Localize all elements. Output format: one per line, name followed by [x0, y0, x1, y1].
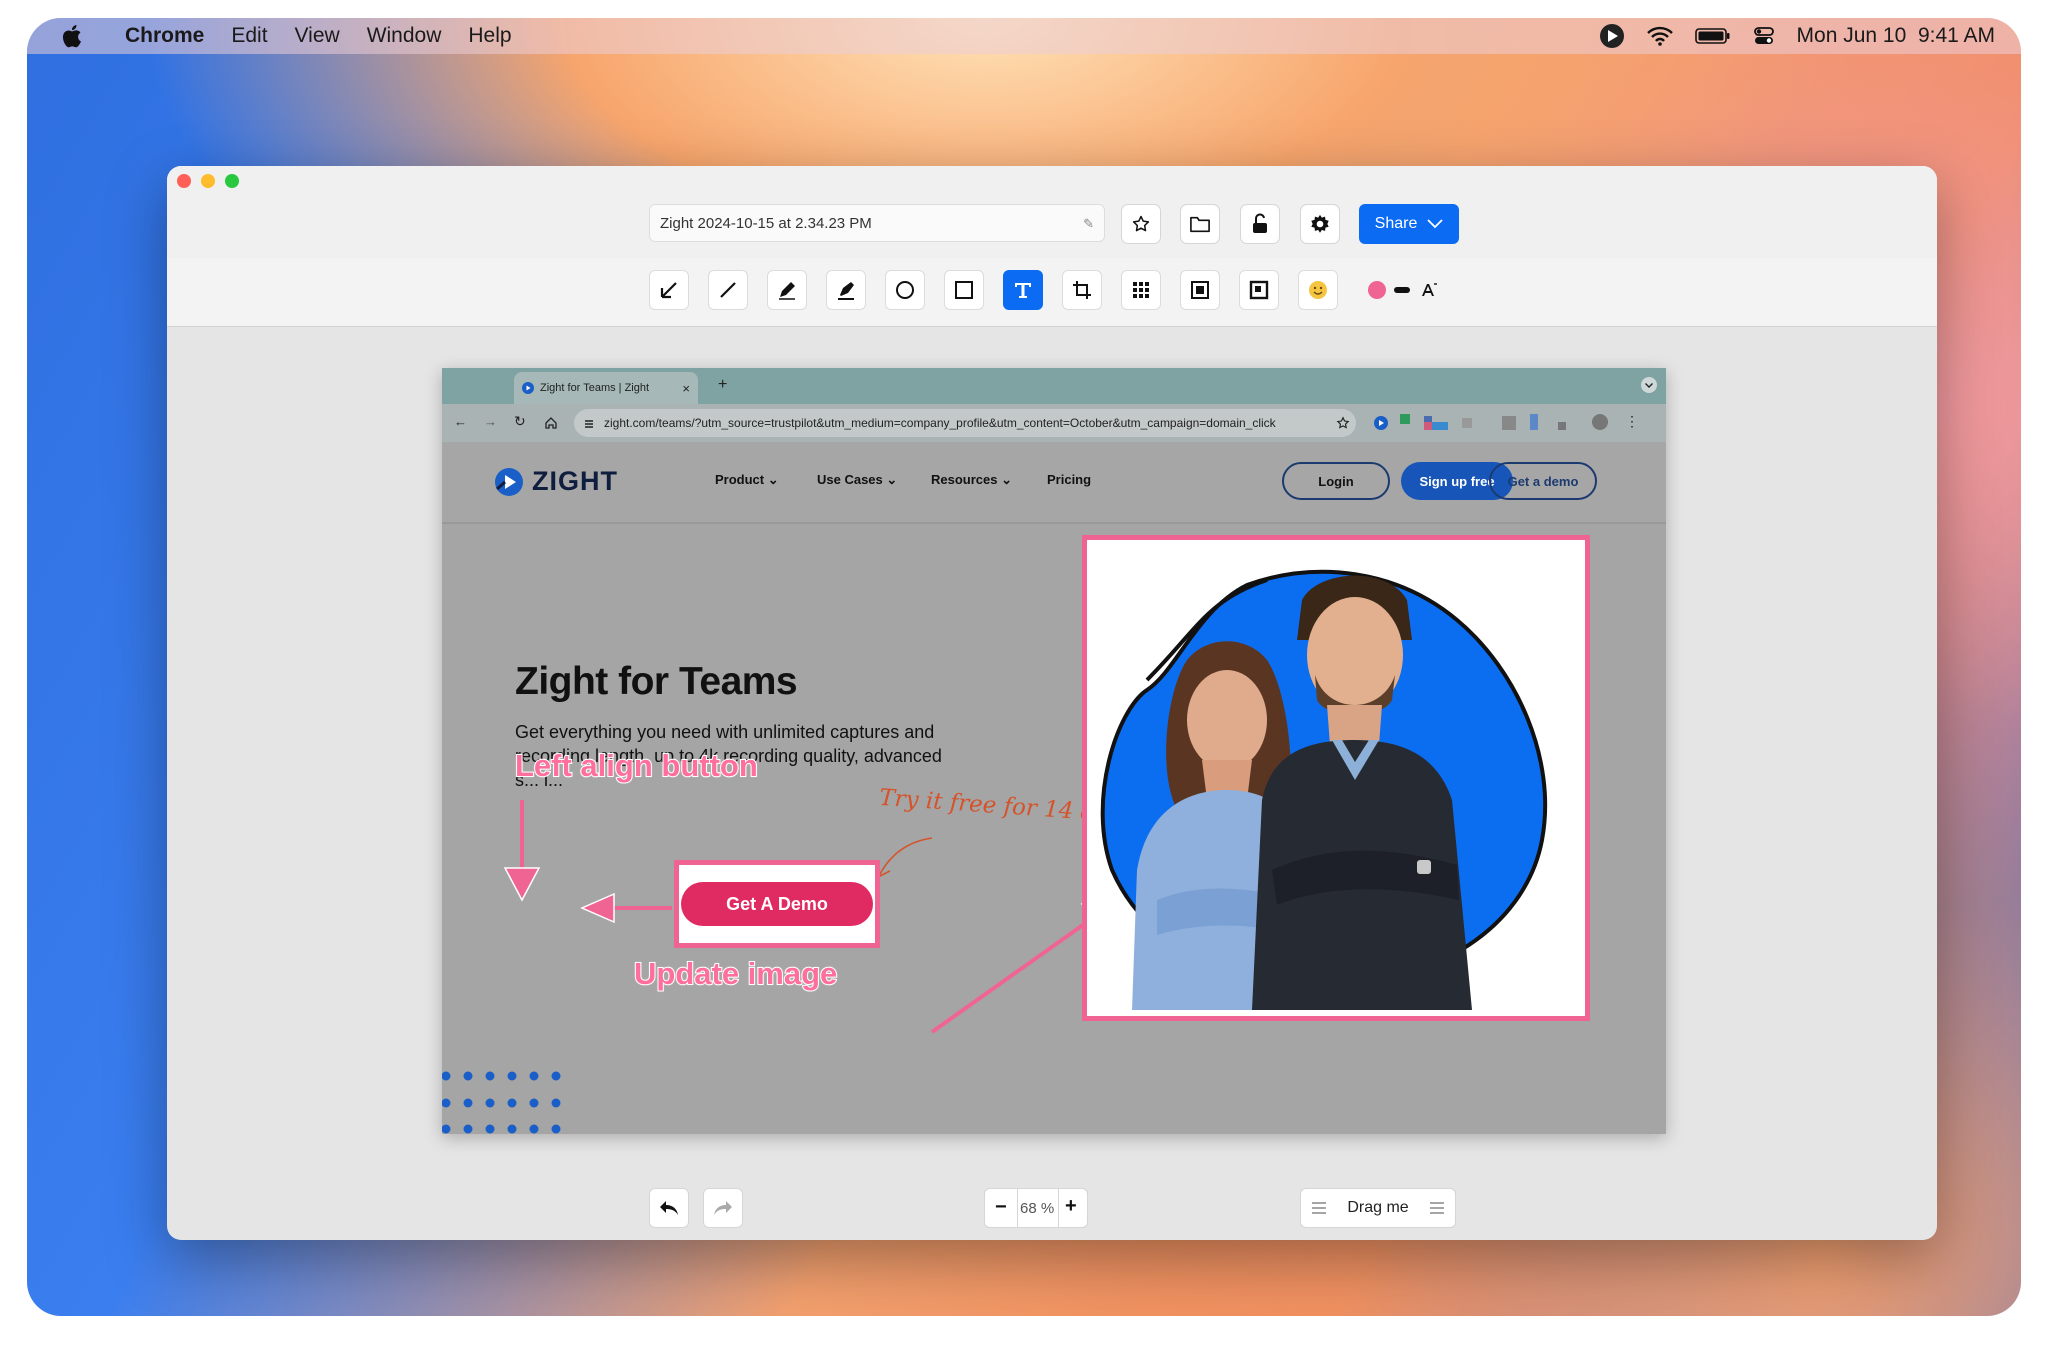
highlight-box-image[interactable]	[1082, 535, 1590, 1021]
get-a-demo-button[interactable]: Get A Demo	[681, 882, 873, 926]
minimize-window-icon[interactable]	[201, 174, 215, 188]
annotation-toolbar	[167, 258, 1937, 327]
grip-right-icon	[1429, 1202, 1444, 1214]
share-button[interactable]: Share	[1359, 204, 1459, 244]
drag-label: Drag me	[1347, 1199, 1409, 1216]
stroke-width-icon[interactable]	[1394, 284, 1410, 296]
control-center-icon[interactable]	[1753, 25, 1775, 47]
star-icon	[1132, 215, 1150, 232]
highlighter-tool-button[interactable]	[826, 270, 866, 310]
unlock-icon	[1253, 213, 1267, 233]
privacy-button[interactable]	[1240, 204, 1280, 244]
menu-window[interactable]: Window	[367, 24, 442, 48]
rectangle-tool-button[interactable]	[944, 270, 984, 310]
zoom-control: − 68 % +	[984, 1188, 1088, 1228]
zoom-out-button[interactable]: −	[995, 1196, 1007, 1219]
pen-tool-button[interactable]	[767, 270, 807, 310]
folder-icon	[1190, 216, 1210, 233]
share-label: Share	[1374, 215, 1418, 232]
text-tool-button[interactable]	[1003, 270, 1043, 310]
redo-icon	[714, 1201, 732, 1215]
menubar-clock[interactable]: Mon Jun 10 9:41 AM	[1797, 24, 1995, 48]
line-tool-button[interactable]	[708, 270, 748, 310]
emoji-tool-button[interactable]	[1298, 270, 1338, 310]
redo-button[interactable]	[703, 1188, 743, 1228]
hero-team-photo	[1100, 569, 1548, 1010]
pen-icon	[779, 282, 795, 300]
pixelate-icon	[1133, 282, 1149, 298]
highlighter-icon	[838, 282, 854, 300]
arrow-icon	[660, 282, 677, 299]
ellipse-tool-button[interactable]	[885, 270, 925, 310]
rename-pencil-icon[interactable]: ✎	[1083, 205, 1094, 243]
zoom-level[interactable]: 68 %	[1020, 1200, 1054, 1217]
apple-icon[interactable]	[61, 24, 83, 48]
editor-bottom-bar: − 68 % + Drag me	[167, 1174, 1937, 1240]
filename-field[interactable]: Zight 2024-10-15 at 2.34.23 PM ✎	[649, 204, 1105, 242]
emoji-icon	[1309, 281, 1327, 299]
text-icon	[1015, 283, 1031, 298]
frame-tool-button[interactable]	[1239, 270, 1279, 310]
blur-tool-button[interactable]	[1121, 270, 1161, 310]
zight-editor-window: Zight 2024-10-15 at 2.34.23 PM ✎ Share Z…	[167, 166, 1937, 1240]
zight-menubar-icon[interactable]	[1599, 23, 1625, 49]
gear-icon	[1311, 214, 1329, 233]
undo-icon	[660, 1201, 678, 1215]
menu-app-chrome[interactable]: Chrome	[125, 24, 204, 48]
close-window-icon[interactable]	[177, 174, 191, 188]
font-style-icon[interactable]	[1419, 280, 1439, 300]
menu-help[interactable]: Help	[468, 24, 511, 48]
zoom-window-icon[interactable]	[225, 174, 239, 188]
filename-text: Zight 2024-10-15 at 2.34.23 PM	[660, 215, 872, 232]
square-icon	[955, 281, 973, 299]
drag-handle[interactable]: Drag me	[1300, 1188, 1456, 1228]
crop-tool-button[interactable]	[1062, 270, 1102, 310]
desktop: Chrome Edit View Window Help Mon Jun 10 …	[27, 18, 2021, 1316]
line-icon	[720, 282, 736, 298]
zoom-in-button[interactable]: +	[1065, 1195, 1077, 1218]
spotlight-icon	[1191, 281, 1209, 299]
menu-edit[interactable]: Edit	[231, 24, 267, 48]
handwritten-pointer-stroke	[879, 837, 933, 875]
folder-button[interactable]	[1180, 204, 1220, 244]
settings-button[interactable]	[1300, 204, 1340, 244]
decorative-dots	[442, 1071, 561, 1134]
favorite-button[interactable]	[1121, 204, 1161, 244]
spotlight-tool-button[interactable]	[1180, 270, 1220, 310]
undo-button[interactable]	[649, 1188, 689, 1228]
menu-bar: Chrome Edit View Window Help Mon Jun 10 …	[27, 18, 2021, 54]
arrow-tool-button[interactable]	[649, 270, 689, 310]
arrow-down-annotation[interactable]	[503, 800, 541, 902]
battery-icon[interactable]	[1694, 27, 1731, 45]
crop-icon	[1073, 281, 1091, 299]
grip-left-icon	[1312, 1202, 1326, 1214]
chevron-down-icon	[1427, 219, 1443, 229]
annotation-update-image[interactable]: Update image	[633, 955, 838, 992]
frame-icon	[1249, 280, 1269, 300]
editor-titlebar: Zight 2024-10-15 at 2.34.23 PM ✎ Share	[167, 166, 1937, 259]
menu-view[interactable]: View	[295, 24, 340, 48]
circle-icon	[896, 281, 914, 299]
wifi-icon[interactable]	[1646, 26, 1673, 46]
screenshot-canvas[interactable]: Zight for Teams | Zight × + ← → ↻ zight.…	[442, 368, 1666, 1134]
color-swatch[interactable]	[1367, 280, 1387, 300]
arrow-left-annotation[interactable]	[580, 892, 672, 924]
